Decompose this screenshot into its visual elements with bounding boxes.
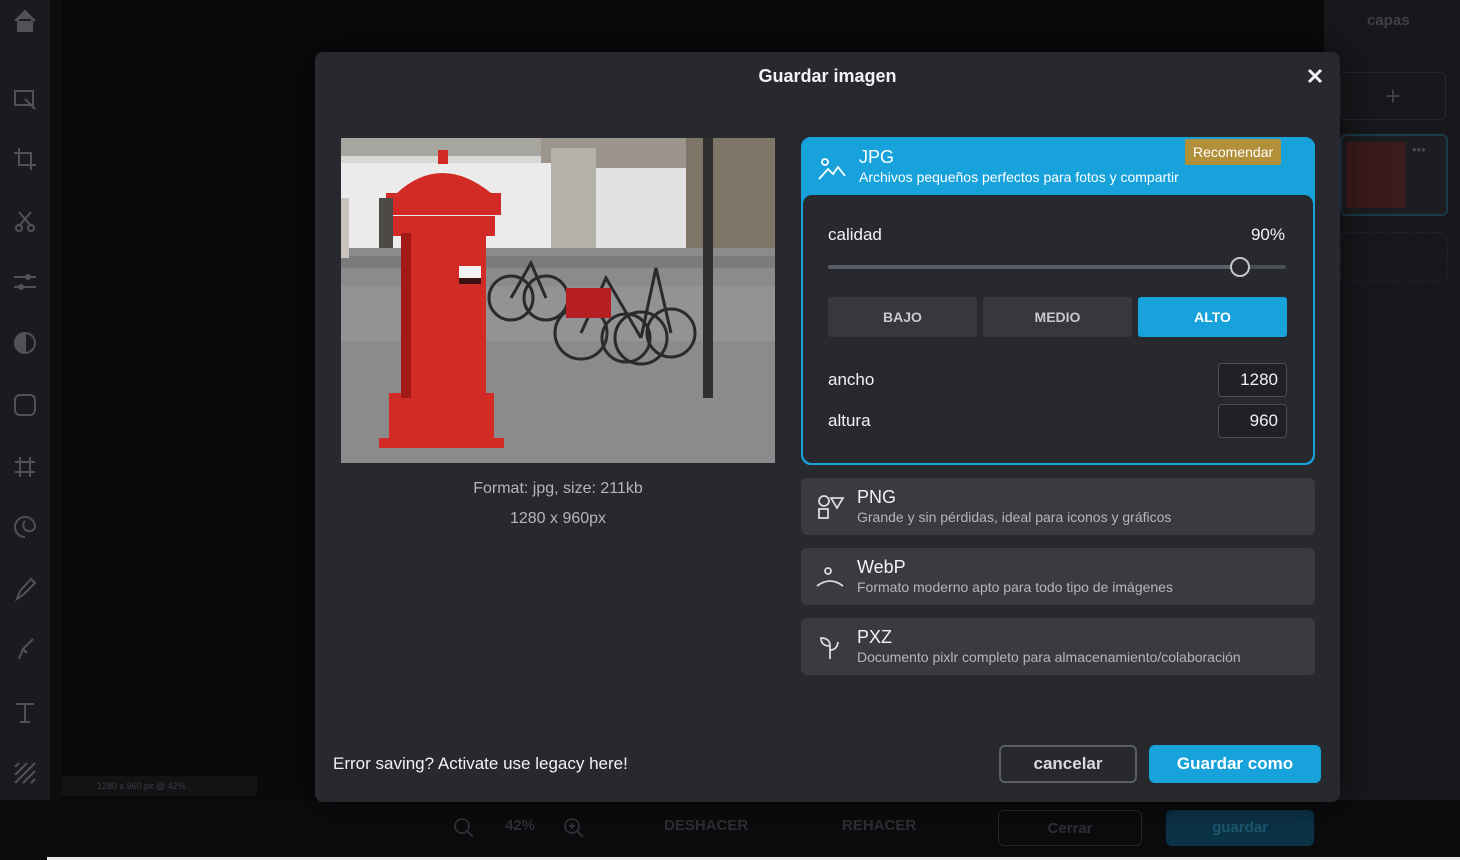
left-toolbar	[0, 0, 50, 860]
format-description: Formato moderno apto para todo tipo de i…	[857, 579, 1173, 595]
add-layer-button[interactable]: +	[1340, 72, 1446, 120]
layer-menu-icon[interactable]: •••	[1412, 142, 1426, 157]
quality-preset-medium[interactable]: MEDIO	[983, 297, 1132, 337]
height-input[interactable]	[1218, 404, 1287, 438]
quality-preset-low[interactable]: BAJO	[828, 297, 977, 337]
frame-tool-icon[interactable]	[8, 450, 42, 484]
sprout-icon	[815, 632, 845, 662]
format-option-webp[interactable]: WebP Formato moderno apto para todo tipo…	[801, 548, 1315, 605]
quality-slider-thumb[interactable]	[1230, 257, 1251, 277]
format-description: Grande y sin pérdidas, ideal para iconos…	[857, 509, 1172, 525]
text-tool-icon[interactable]	[8, 695, 42, 729]
layers-title: capas	[1367, 12, 1410, 29]
layer-empty-slot	[1340, 232, 1448, 282]
quality-slider-fill	[828, 265, 1241, 269]
crop-tool-icon[interactable]	[8, 142, 42, 176]
jpg-header[interactable]: JPG Archivos pequeños perfectos para fot…	[803, 139, 1313, 195]
effect-tool-icon[interactable]	[8, 388, 42, 422]
width-label: ancho	[828, 370, 875, 389]
format-name: WebP	[857, 557, 906, 577]
shapes-icon	[815, 492, 845, 522]
format-name: JPG	[859, 147, 895, 167]
close-icon[interactable]	[1303, 64, 1327, 88]
quality-slider[interactable]	[828, 257, 1286, 277]
arrange-tool-icon[interactable]	[8, 82, 42, 116]
format-option-jpg[interactable]: JPG Archivos pequeños perfectos para fot…	[801, 137, 1315, 465]
format-name: PXZ	[857, 627, 893, 647]
image-preview	[341, 138, 775, 463]
canvas-info: 1280 x 960 px @ 42%	[62, 776, 257, 796]
layers-panel	[1324, 0, 1460, 860]
preview-dimensions-info: 1280 x 960px	[509, 510, 607, 527]
legacy-save-link[interactable]: Error saving? Activate use legacy here!	[333, 754, 628, 774]
dialog-title: Guardar imagen	[758, 66, 897, 86]
image-mountain-icon	[817, 153, 847, 183]
format-name: PNG	[857, 487, 897, 507]
save-editor-button[interactable]: guardar	[1166, 810, 1314, 846]
quality-value: 90%	[1250, 225, 1285, 244]
horizon-icon	[815, 562, 845, 592]
format-option-png[interactable]: PNG Grande y sin pérdidas, ideal para ic…	[801, 478, 1315, 535]
adjust-tool-icon[interactable]	[8, 265, 42, 299]
draw-tool-icon[interactable]	[8, 572, 42, 606]
preview-format-info: Format: jpg, size: 211kb	[473, 480, 643, 497]
quality-label: calidad	[828, 225, 882, 244]
cancel-button[interactable]: cancelar	[999, 745, 1137, 783]
close-editor-button[interactable]: Cerrar	[998, 810, 1142, 846]
layer-thumbnail	[1346, 142, 1406, 208]
zoom-value: 42%	[505, 817, 536, 834]
save-image-dialog: Guardar imagen Format: jpg, size: 211kb …	[315, 52, 1340, 802]
retouch-tool-icon[interactable]	[8, 632, 42, 666]
liquify-tool-icon[interactable]	[8, 510, 42, 544]
home-icon[interactable]	[8, 4, 42, 38]
format-description: Archivos pequeños perfectos para fotos y…	[859, 169, 1179, 185]
dialog-header: Guardar imagen	[315, 52, 1340, 102]
zoom-in-icon[interactable]	[563, 817, 585, 843]
cutout-tool-icon[interactable]	[8, 204, 42, 238]
undo-button[interactable]: DESHACER	[664, 817, 748, 834]
width-input[interactable]	[1218, 363, 1287, 397]
height-label: altura	[828, 411, 871, 430]
recommend-badge: Recomendar	[1185, 139, 1282, 165]
jpg-settings: calidad 90% BAJO MEDIO ALTO ancho altura	[803, 195, 1313, 463]
format-description: Documento pixlr completo para almacenami…	[857, 649, 1241, 665]
preview-photo	[341, 138, 775, 463]
quality-preset-high[interactable]: ALTO	[1138, 297, 1287, 337]
pattern-tool-icon[interactable]	[8, 756, 42, 790]
filter-tool-icon[interactable]	[8, 326, 42, 360]
save-as-button[interactable]: Guardar como	[1149, 745, 1321, 783]
zoom-out-icon[interactable]	[453, 817, 475, 843]
format-option-pxz[interactable]: PXZ Documento pixlr completo para almace…	[801, 618, 1315, 675]
redo-button[interactable]: REHACER	[842, 817, 916, 834]
